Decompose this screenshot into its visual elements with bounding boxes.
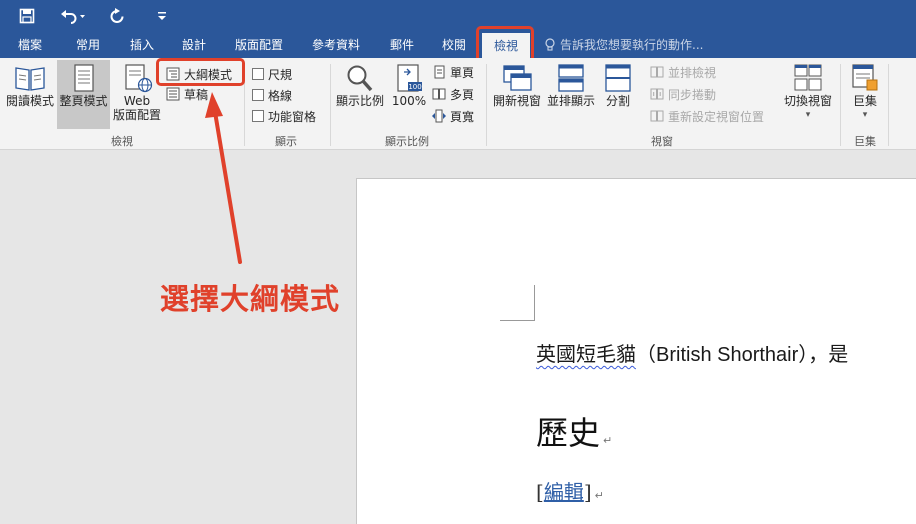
annotation-arrow <box>205 92 242 264</box>
annotation-text: 選擇大綱模式 <box>160 282 341 316</box>
